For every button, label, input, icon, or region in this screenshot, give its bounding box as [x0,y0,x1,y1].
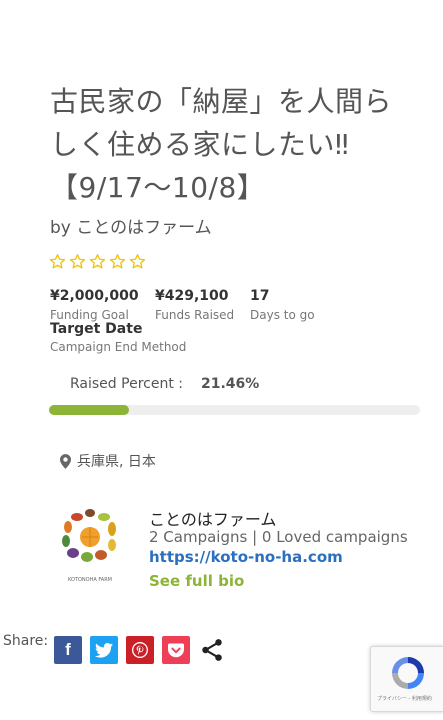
campaign-title-line-3: 【9/17〜10/8】 [50,171,266,204]
logo-text: KOTONOHA FARM [68,577,112,583]
rating-stars [49,253,146,270]
pocket-icon [168,643,184,658]
author-campaign-stats: 2 Campaigns | 0 Loved campaigns [149,528,408,546]
campaign-title: 古民家の「納屋」を人間ら しく住める家にしたい‼ 【9/17〜10/8】 [50,80,410,209]
days-to-go-value: 17 [250,288,270,304]
pinterest-icon [132,642,148,658]
by-prefix: by [50,218,71,238]
author-byline: by ことのはファーム [50,213,212,238]
recaptcha-badge[interactable]: プライバシー - 利用規約 [370,646,443,712]
funds-raised: ¥429,100 Funds Raised [155,287,234,324]
twitter-icon [95,642,113,658]
share-label: Share: [3,633,49,649]
author-website-link[interactable]: https://koto-no-ha.com [149,548,343,566]
more-share-button[interactable] [198,636,226,664]
target-date-label: Campaign End Method [50,340,187,354]
campaign-title-line-2: しく住める家にしたい‼ [50,128,350,161]
see-full-bio-link[interactable]: See full bio [149,572,244,590]
author-name[interactable]: ことのはファーム [149,506,276,530]
map-pin-icon [60,453,71,469]
star-icon [69,254,86,269]
farm-logo-icon: KOTONOHA FARM [62,508,117,583]
star-icon [89,254,106,269]
progress-bar-fill [49,405,129,415]
star-icon [49,254,66,269]
recaptcha-icon [392,657,424,689]
funding-goal: ¥2,000,000 Funding Goal [50,287,139,324]
facebook-icon: f [65,640,71,659]
days-to-go: 17 Days to go [250,287,315,324]
location: 兵庫県, 日本 [60,451,156,471]
facebook-share-button[interactable]: f [54,636,82,664]
funds-raised-value: ¥429,100 [155,288,229,304]
recaptcha-text[interactable]: プライバシー - 利用規約 [377,695,432,702]
campaign-title-line-1: 古民家の「納屋」を人間ら [50,85,393,118]
share-icon [202,639,222,661]
target-date: Target Date Campaign End Method [50,320,186,356]
funding-goal-value: ¥2,000,000 [50,288,139,304]
pinterest-share-button[interactable] [126,636,154,664]
raised-percent-label: Raised Percent : [70,376,183,392]
target-date-value: Target Date [50,321,143,337]
twitter-share-button[interactable] [90,636,118,664]
byline-author-name[interactable]: ことのはファーム [76,218,211,238]
star-icon [109,254,126,269]
progress-bar [49,405,420,415]
days-to-go-label: Days to go [250,308,315,322]
star-icon [129,254,146,269]
author-logo[interactable]: KOTONOHA FARM [57,505,123,585]
raised-percent-value: 21.46% [201,376,260,392]
location-text: 兵庫県, 日本 [77,454,156,470]
pocket-share-button[interactable] [162,636,190,664]
